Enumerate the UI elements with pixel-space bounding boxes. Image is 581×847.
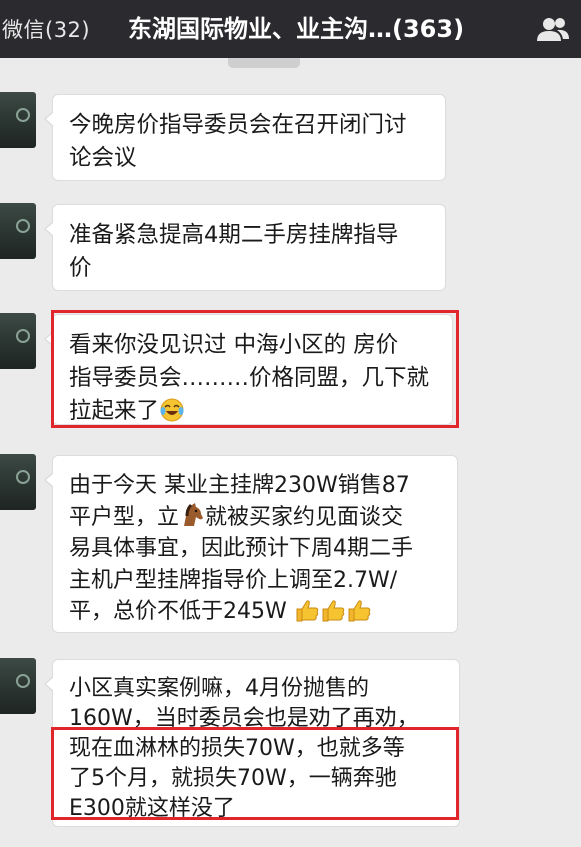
message-line: E300就这样没了 (69, 796, 235, 821)
message-line: 小区真实案例嘛，4月份抛售的 (69, 676, 369, 701)
thumbs-up-icon (322, 600, 345, 622)
avatar[interactable] (0, 313, 36, 369)
message-line: 平，总价不低于245W (69, 599, 287, 625)
back-button[interactable]: 微信(32) (0, 0, 90, 58)
message-bubble[interactable]: 由于今天 某业主挂牌230W销售87 平户型，立 就被买家约见面谈交 易具体事宜，… (44, 455, 458, 633)
message-line: 由于今天 某业主挂牌230W销售87 (69, 473, 410, 498)
horse-emoji-icon (184, 502, 204, 526)
thumbs-up-icon (348, 600, 371, 622)
avatar[interactable] (0, 454, 36, 510)
message-line: 拉起来了 (69, 398, 160, 424)
message-line: 易具体事宜，因此预计下周4期二手 (69, 536, 413, 562)
laughing-crying-emoji-icon (160, 398, 184, 422)
message-line: 看来你没见识过 中海小区的 房价 (69, 332, 399, 358)
message-line: 平户型，立 (69, 504, 180, 530)
message-line: 就被买家约见面谈交 (205, 504, 404, 530)
message-line: 论会议 (69, 145, 137, 171)
message-line: 现在血淋林的损失70W，也就多等 (69, 736, 405, 761)
message-line: 价 (69, 255, 92, 281)
back-label: 微信(32) (2, 18, 91, 42)
message-line: 今晚房价指导委员会在召开闭门讨 (69, 112, 407, 138)
group-members-icon[interactable] (535, 16, 571, 42)
avatar[interactable] (0, 92, 36, 148)
message-line: 准备紧急提高4期二手房挂牌指导 (69, 222, 399, 248)
message-bubble[interactable]: 看来你没见识过 中海小区的 房价 指导委员会………价格同盟，几下就 拉起来了 (44, 314, 453, 425)
pull-down-tab[interactable] (228, 58, 300, 68)
message-bubble[interactable]: 准备紧急提高4期二手房挂牌指导 价 (44, 204, 446, 291)
message-bubble[interactable]: 今晚房价指导委员会在召开闭门讨 论会议 (44, 94, 446, 181)
avatar[interactable] (0, 203, 36, 259)
message-line: 160W，当时委员会也是劝了再劝， (69, 706, 419, 731)
message-line: 主机户型挂牌指导价上调至2.7W/ (69, 567, 398, 593)
message-line: 指导委员会………价格同盟，几下就 (69, 365, 430, 391)
message-line: 了5个月，就损失70W，一辆奔驰 (69, 766, 397, 791)
message-bubble[interactable]: 小区真实案例嘛，4月份抛售的 160W，当时委员会也是劝了再劝， 现在血淋林的损… (44, 659, 460, 827)
thumbs-up-icon (296, 600, 319, 622)
chat-header: 微信(32) 东湖国际物业、业主沟…(363) (0, 0, 581, 58)
chat-title: 东湖国际物业、业主沟…(363) (128, 15, 465, 43)
avatar[interactable] (0, 658, 36, 714)
